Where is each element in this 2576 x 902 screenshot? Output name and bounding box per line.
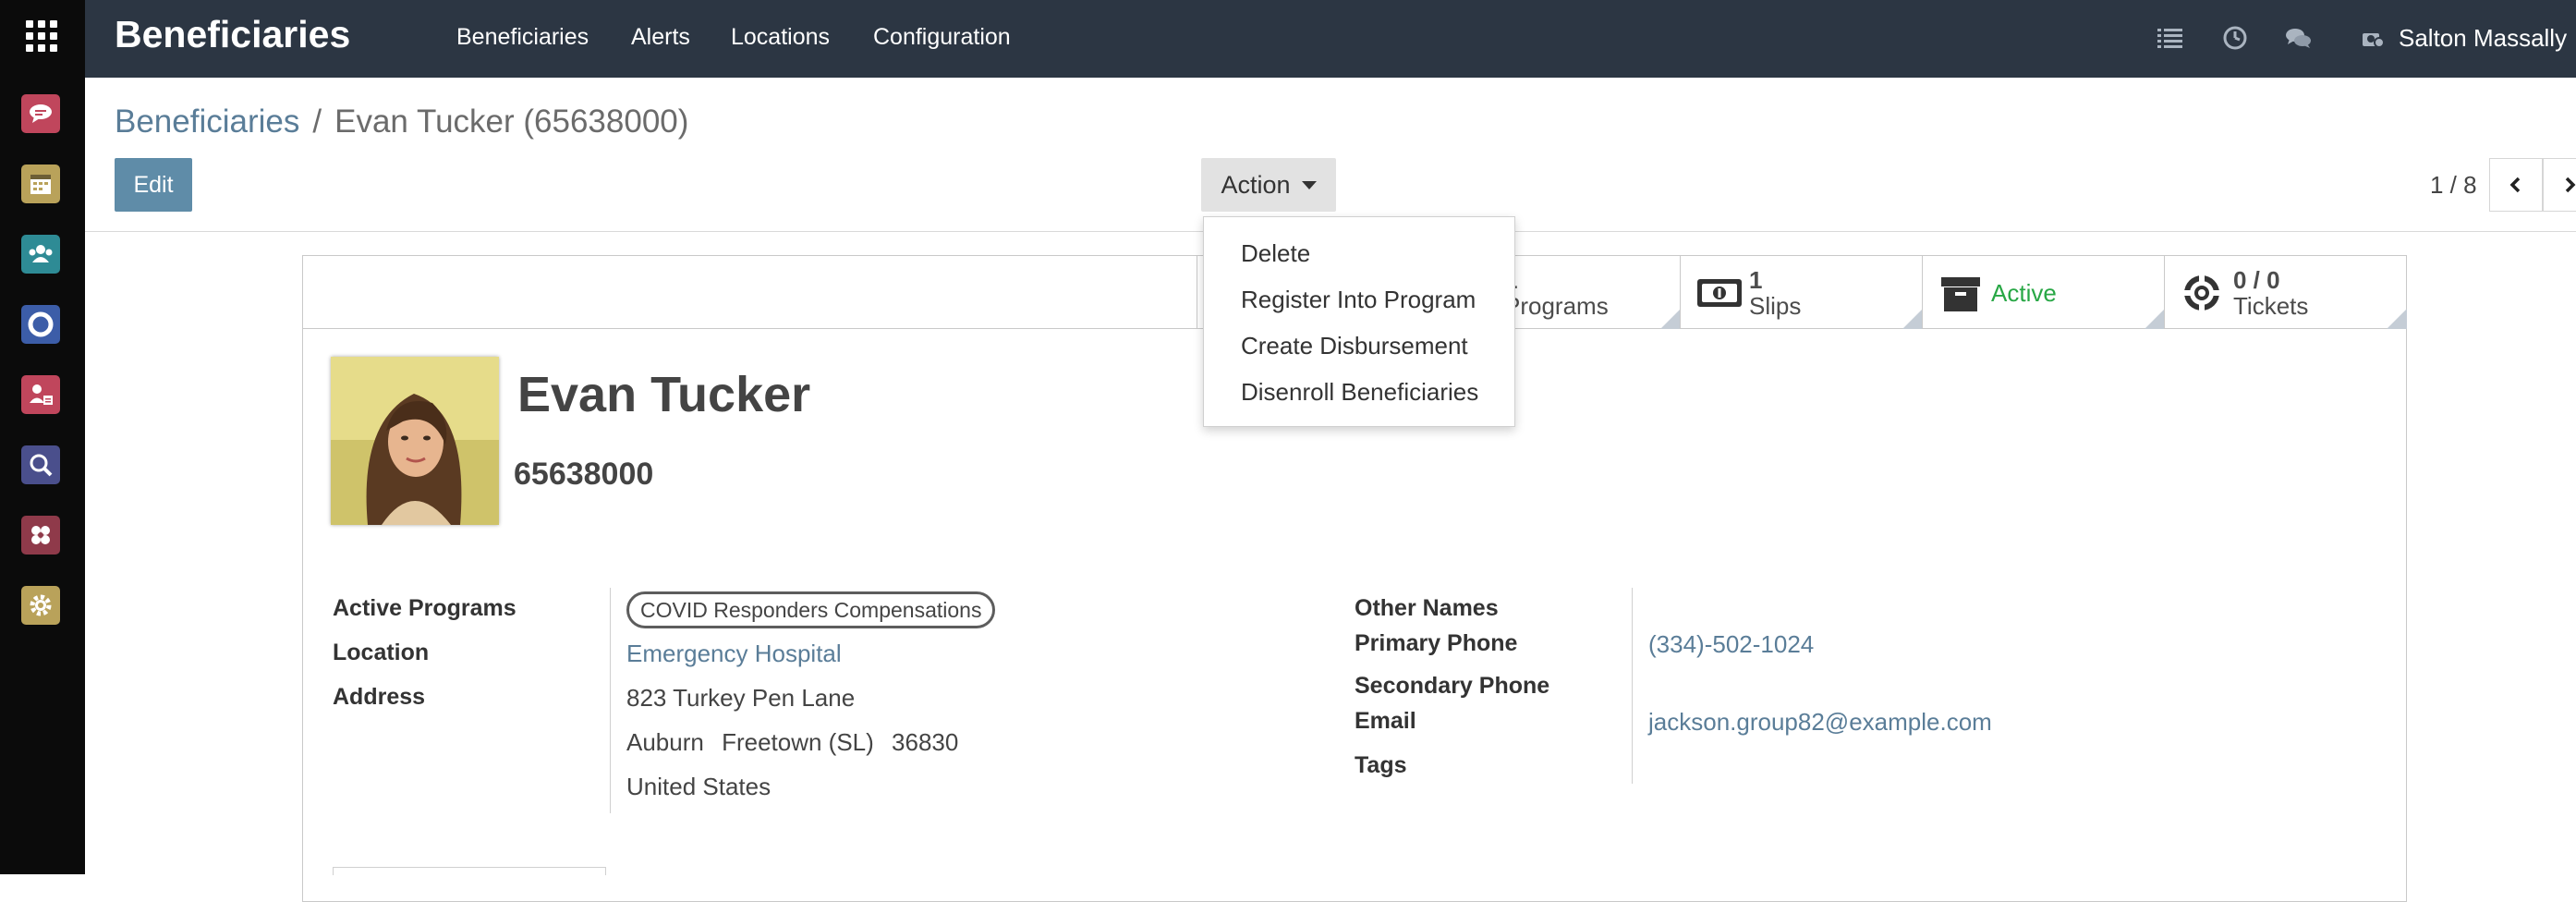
programs-label: Programs [1504,292,1609,320]
other-names-label: Other Names [1355,595,1499,621]
calendar-icon[interactable] [21,165,60,203]
money-icon [1695,270,1744,316]
app-title[interactable]: Beneficiaries [115,13,350,56]
edit-button[interactable]: Edit [115,158,192,212]
edit-button-label: Edit [133,171,174,198]
active-toggle-button[interactable]: Active [1922,255,2165,329]
secondary-phone-label: Secondary Phone [1355,673,1550,699]
helpdesk-icon[interactable] [21,305,60,344]
active-programs-label: Active Programs [333,595,516,621]
action-button-label: Action [1221,170,1291,199]
programs-icon[interactable] [21,516,60,555]
stat-corner [2387,309,2407,329]
email-link[interactable]: jackson.group82@example.com [1648,708,1992,737]
breadcrumb: Beneficiaries / Evan Tucker (65638000) [115,104,688,140]
slips-label: Slips [1749,292,1802,320]
address-state[interactable]: Freetown (SL) [722,728,874,756]
tags-label: Tags [1355,752,1407,778]
app-sidebar [0,0,85,874]
email-label: Email [1355,708,1416,734]
action-dropdown-menu: Delete Register Into Program Create Disb… [1203,216,1515,427]
primary-phone-label: Primary Phone [1355,630,1518,656]
top-navbar: Beneficiaries Beneficiaries Alerts Locat… [85,0,2576,78]
chevron-left-icon [2509,177,2521,193]
stat-corner [1902,309,1923,329]
menu-alerts[interactable]: Alerts [631,24,690,51]
tickets-stat-button[interactable]: 0 / 0 Tickets [2164,255,2407,329]
lifebuoy-icon [2180,270,2228,316]
tickets-label: Tickets [2233,292,2309,320]
company-icon[interactable] [2360,22,2386,54]
menu-item-register-into-program[interactable]: Register Into Program [1241,286,1476,314]
activity-list-icon[interactable] [2155,22,2186,54]
address-country[interactable]: United States [626,773,771,801]
breadcrumb-separator: / [312,104,322,140]
chevron-right-icon [2565,177,2576,193]
active-label: Active [1991,279,2057,307]
address-label: Address [333,684,426,710]
pager-next-button[interactable] [2543,158,2576,212]
caret-down-icon [1301,180,1317,189]
archive-icon [1938,270,1986,316]
pager-previous-button[interactable] [2489,158,2543,212]
menu-configuration[interactable]: Configuration [873,24,1011,51]
chat-icon[interactable] [2282,22,2314,54]
program-tag[interactable]: COVID Responders Compensations [626,591,996,628]
menu-locations[interactable]: Locations [731,24,830,51]
menu-item-disenroll-beneficiaries[interactable]: Disenroll Beneficiaries [1241,378,1478,407]
record-id-number[interactable]: 65638000 [514,457,653,493]
breadcrumb-root[interactable]: Beneficiaries [115,104,299,140]
discuss-icon[interactable] [21,94,60,133]
pager-value[interactable]: 1 / 8 [2430,171,2477,200]
stat-corner [2145,309,2165,329]
field-separator [610,588,611,813]
address-city-line: Auburn Freetown (SL) 36830 [626,728,958,757]
location-label: Location [333,640,430,665]
search-icon[interactable] [21,445,60,484]
slips-stat-button[interactable]: 1 Slips [1680,255,1923,329]
stat-corner [1660,309,1681,329]
clock-icon[interactable] [2219,22,2251,54]
address-zip[interactable]: 36830 [892,728,958,756]
menu-item-create-disbursement[interactable]: Create Disbursement [1241,332,1468,360]
menu-beneficiaries[interactable]: Beneficiaries [456,24,589,51]
address-city[interactable]: Auburn [626,728,704,756]
primary-phone-link[interactable]: (334)-502-1024 [1648,630,1814,659]
location-link[interactable]: Emergency Hospital [626,640,842,668]
contacts-icon[interactable] [21,235,60,274]
avatar[interactable] [331,357,499,525]
tickets-count: 0 / 0 [2233,266,2280,294]
user-menu[interactable]: Salton Massally [2399,24,2567,53]
field-separator [1632,588,1633,784]
beneficiaries-icon[interactable] [21,375,60,414]
apps-menu-icon[interactable] [26,20,59,54]
action-menu-button[interactable]: Action [1201,158,1336,212]
settings-icon[interactable] [21,586,60,625]
menu-item-delete[interactable]: Delete [1241,239,1310,268]
record-name[interactable]: Evan Tucker [517,366,810,423]
slips-count: 1 [1749,266,1763,294]
breadcrumb-current: Evan Tucker (65638000) [334,104,689,140]
address-street[interactable]: 823 Turkey Pen Lane [626,684,855,713]
